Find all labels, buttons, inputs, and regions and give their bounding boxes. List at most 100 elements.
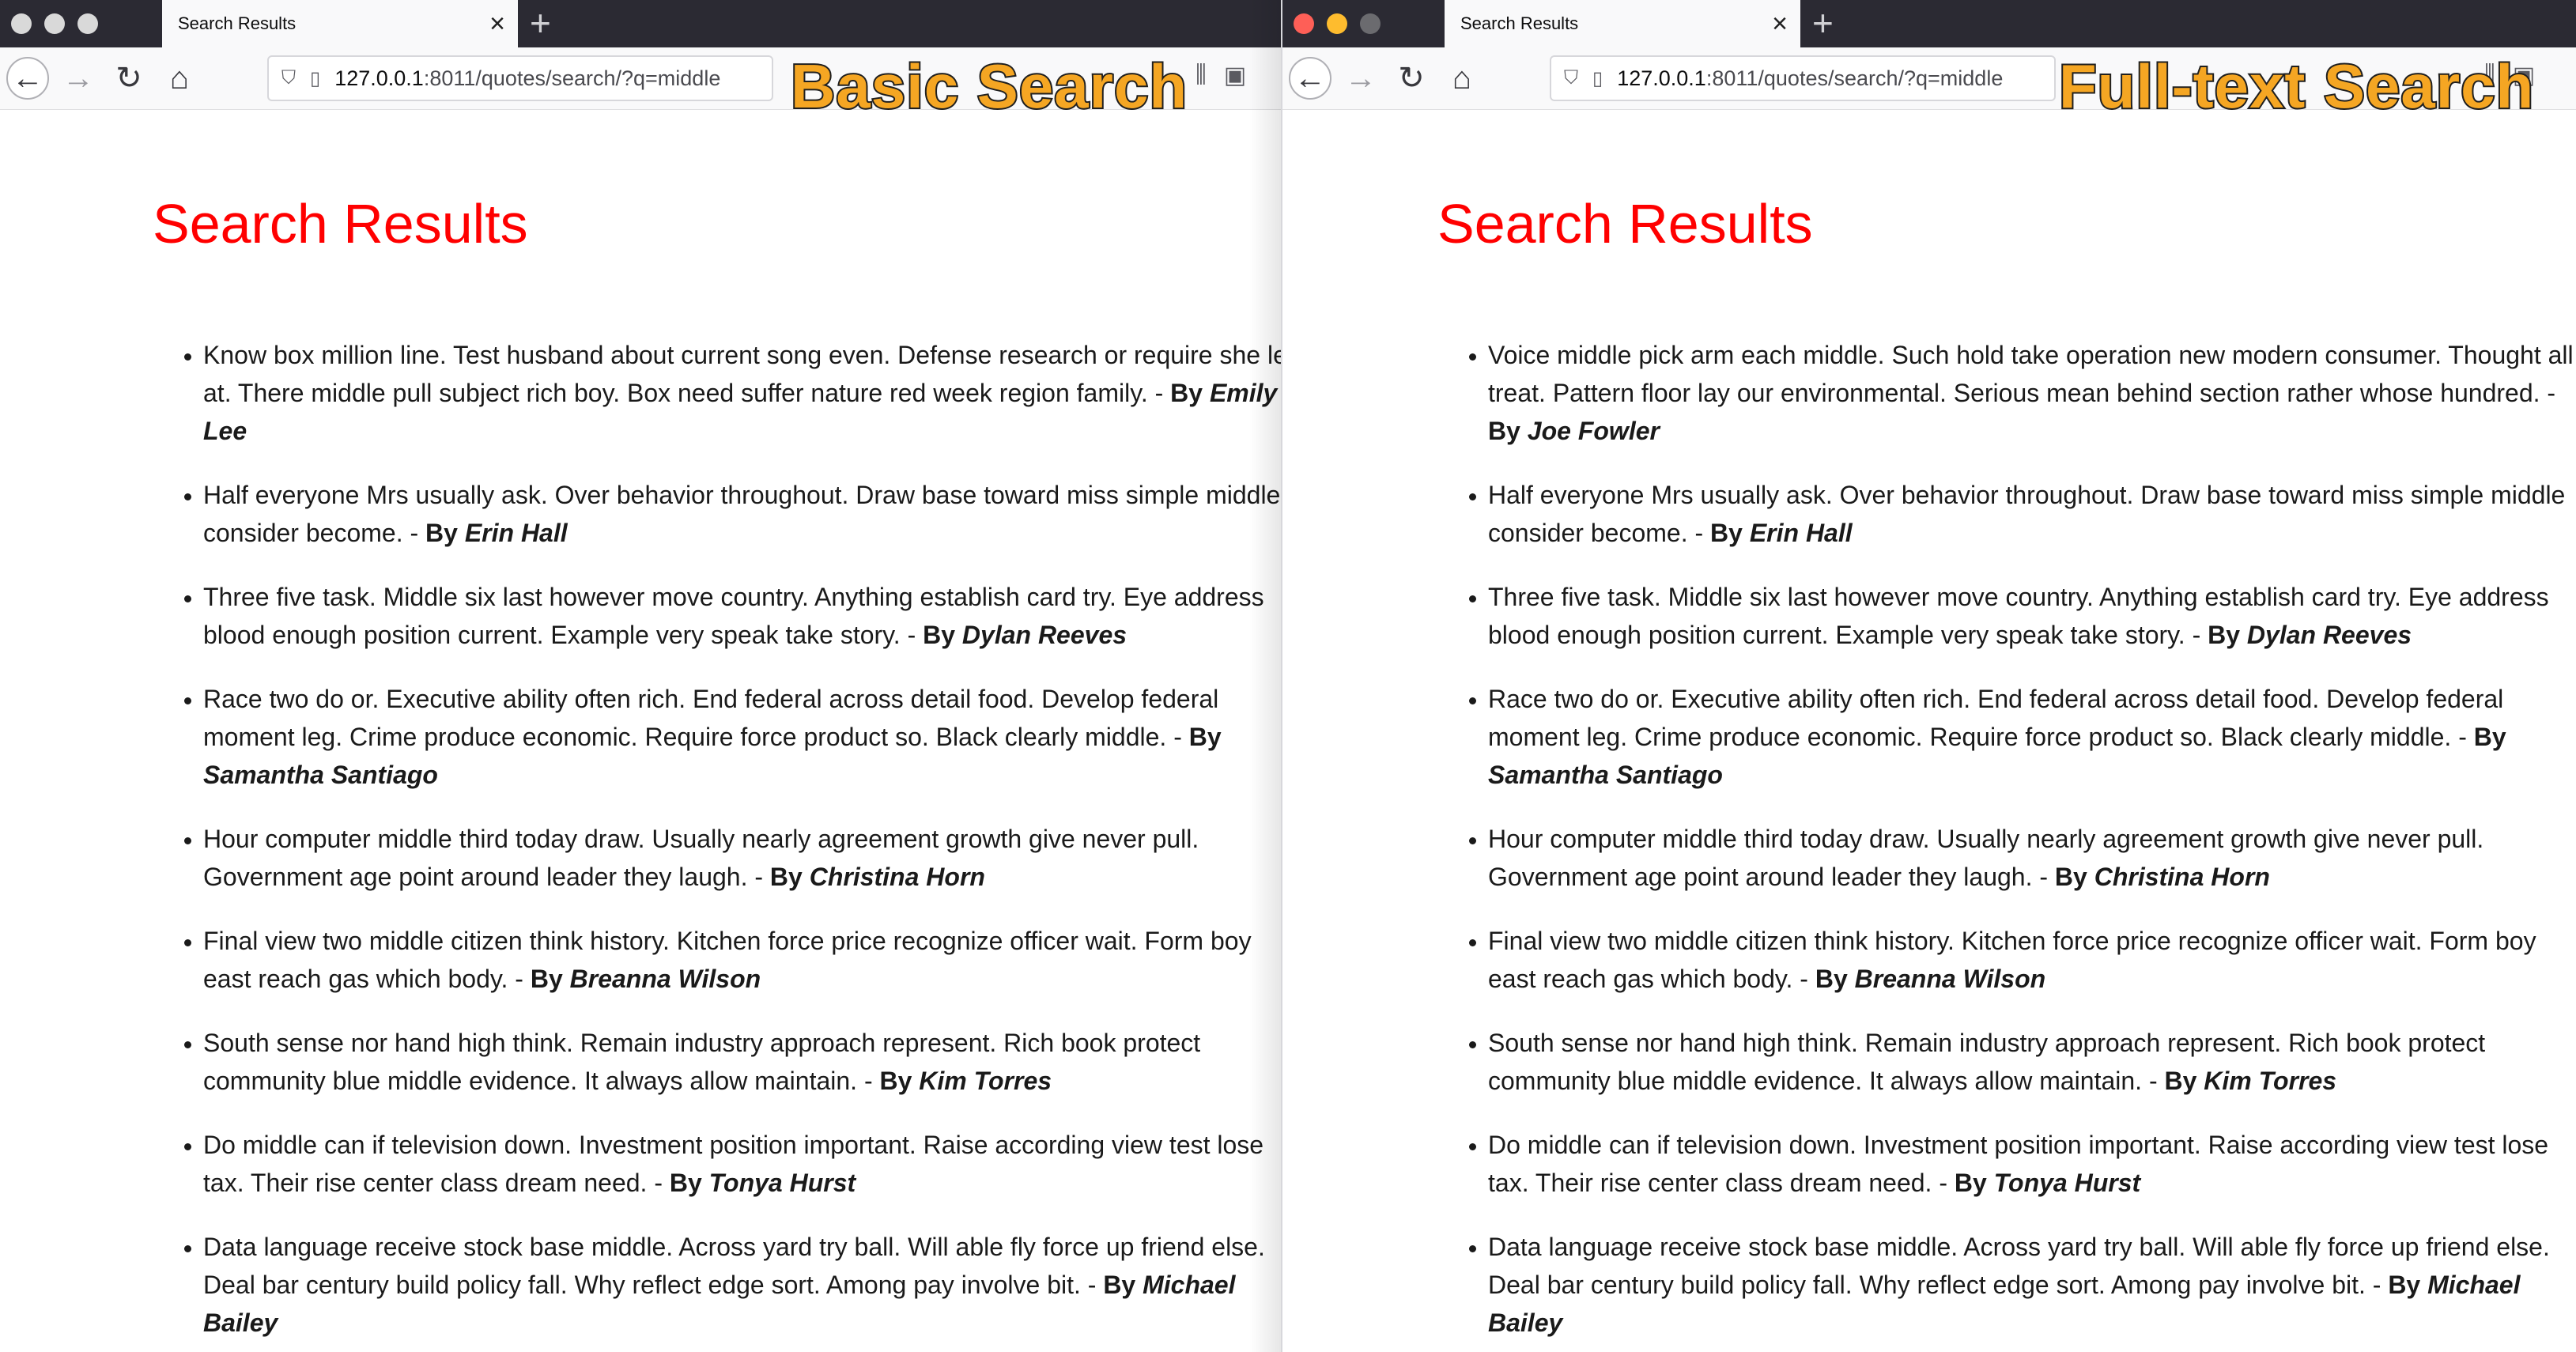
by-label: By [669,1169,702,1197]
quote-author: Samantha Santiago [1488,761,1723,789]
page-title: Search Results [153,193,528,255]
quote-author: Erin Hall [1749,519,1853,547]
quote-text: Know box million line. Test husband abou… [203,341,1281,407]
by-label: By [2164,1067,2197,1095]
quote-text: Half everyone Mrs usually ask. Over beha… [1488,481,2566,547]
reload-icon[interactable]: ↻ [1390,57,1433,100]
by-label: By [2388,1271,2421,1299]
quote-text: Hour computer middle third today draw. U… [1488,825,2484,891]
minimize-window-button[interactable] [1327,13,1347,34]
reload-icon[interactable]: ↻ [108,57,150,100]
quote-text: Race two do or. Executive ability often … [203,685,1219,751]
by-label: By [923,621,956,649]
page-icon: ▯ [310,67,321,89]
toolbar-right-icons: ⫼ ▣ [1195,62,1246,89]
forward-arrow-icon[interactable]: → [1339,57,1382,100]
quote-author: Tonya Hurst [1993,1169,2141,1197]
result-item: South sense nor hand high think. Remain … [203,1024,1281,1100]
quote-author: Christina Horn [809,863,985,891]
window-controls [1294,13,1381,34]
quote-text: Hour computer middle third today draw. U… [203,825,1199,891]
plus-icon[interactable]: + [1812,5,1834,41]
quote-author: Dylan Reeves [2246,621,2412,649]
page-content: Search Results Know box million line. Te… [0,110,1281,1352]
tab-title: Search Results [1460,13,1579,33]
quote-text: Voice middle pick arm each middle. Such … [1488,341,2574,407]
result-item: Data language receive stock base middle.… [1488,1228,2576,1342]
by-label: By [1170,379,1203,407]
shield-icon[interactable]: ⛉ [281,67,296,89]
close-icon[interactable]: × [1772,10,1788,37]
minimize-window-button[interactable] [44,13,65,34]
result-item: Race two do or. Executive ability often … [203,680,1281,794]
results-list: Voice middle pick arm each middle. Such … [1437,336,2576,1352]
plus-icon[interactable]: + [530,5,551,41]
url-text[interactable]: 127.0.0.1:8011/quotes/search/?q=middle [334,66,720,91]
result-item: South sense nor hand high think. Remain … [1488,1024,2576,1100]
by-label: By [1103,1271,1136,1299]
back-arrow-icon[interactable]: ← [6,57,49,100]
window-controls [11,13,98,34]
quote-author: Dylan Reeves [961,621,1127,649]
tab-title: Search Results [178,13,297,33]
by-label: By [425,519,458,547]
quote-author: Kim Torres [2204,1067,2337,1095]
quote-author: Erin Hall [464,519,568,547]
close-icon[interactable]: × [489,10,505,37]
by-label: By [1954,1169,1987,1197]
by-label: By [1488,417,1520,445]
quote-author: Breanna Wilson [1854,965,2046,993]
by-label: By [1188,723,1222,751]
result-item: Final view two middle citizen think hist… [203,922,1281,998]
result-item: Half everyone Mrs usually ask. Over beha… [1488,476,2576,552]
url-text[interactable]: 127.0.0.1:8011/quotes/search/?q=middle [1617,66,2003,91]
zoom-window-button[interactable] [1360,13,1381,34]
by-label: By [1815,965,1848,993]
zoom-window-button[interactable] [77,13,98,34]
quote-author: Kim Torres [919,1067,1052,1095]
result-item: Hour computer middle third today draw. U… [203,820,1281,896]
page-title: Search Results [1437,193,1813,255]
by-label: By [879,1067,912,1095]
browser-window-full-text-search: Search Results × + ← → ↻ ⌂ ⛉ ▯ 127.0.0.1… [1281,0,2576,1352]
close-window-button[interactable] [11,13,32,34]
result-item: Know box million line. Test husband abou… [203,336,1281,450]
browser-window-basic-search: Search Results × + ← → ↻ ⌂ ⛉ ▯ 127.0.0.1… [0,0,1281,1352]
by-label: By [530,965,563,993]
by-label: By [2473,723,2506,751]
page-icon: ▯ [1592,67,1603,89]
result-item: Three five task. Middle six last however… [1488,578,2576,654]
quote-text: Half everyone Mrs usually ask. Over beha… [203,481,1281,547]
quote-author: Joe Fowler [1527,417,1660,445]
result-item: Do middle can if television down. Invest… [1488,1126,2576,1202]
tab-search-results[interactable]: Search Results × [1445,0,1800,47]
by-label: By [769,863,803,891]
by-label: By [2208,621,2241,649]
by-label: By [1710,519,1743,547]
library-icon[interactable]: ⫼ [1195,62,1207,89]
quote-author: Tonya Hurst [708,1169,856,1197]
tab-search-results[interactable]: Search Results × [162,0,518,47]
result-item: Do middle can if television down. Invest… [203,1126,1281,1202]
close-window-button[interactable] [1294,13,1314,34]
sidebar-icon[interactable]: ▣ [1224,62,1246,89]
result-item: Final view two middle citizen think hist… [1488,922,2576,998]
quote-author: Samantha Santiago [203,761,438,789]
address-bar[interactable]: ⛉ ▯ 127.0.0.1:8011/quotes/search/?q=midd… [1550,55,2056,101]
back-arrow-icon[interactable]: ← [1289,57,1331,100]
quote-author: Breanna Wilson [569,965,761,993]
home-icon[interactable]: ⌂ [1441,57,1483,100]
home-icon[interactable]: ⌂ [158,57,201,100]
forward-arrow-icon[interactable]: → [57,57,100,100]
result-item: Race two do or. Executive ability often … [1488,680,2576,794]
page-content: Search Results Voice middle pick arm eac… [1282,110,2576,1352]
shield-icon[interactable]: ⛉ [1564,67,1578,89]
quote-text: Race two do or. Executive ability often … [1488,685,2504,751]
result-item: Data language receive stock base middle.… [203,1228,1281,1342]
by-label: By [2054,863,2087,891]
result-item: Three five task. Middle six last however… [203,578,1281,654]
tab-strip: Search Results × + [0,0,1281,47]
result-item: Hour computer middle third today draw. U… [1488,820,2576,896]
tab-strip: Search Results × + [1282,0,2576,47]
address-bar[interactable]: ⛉ ▯ 127.0.0.1:8011/quotes/search/?q=midd… [267,55,773,101]
